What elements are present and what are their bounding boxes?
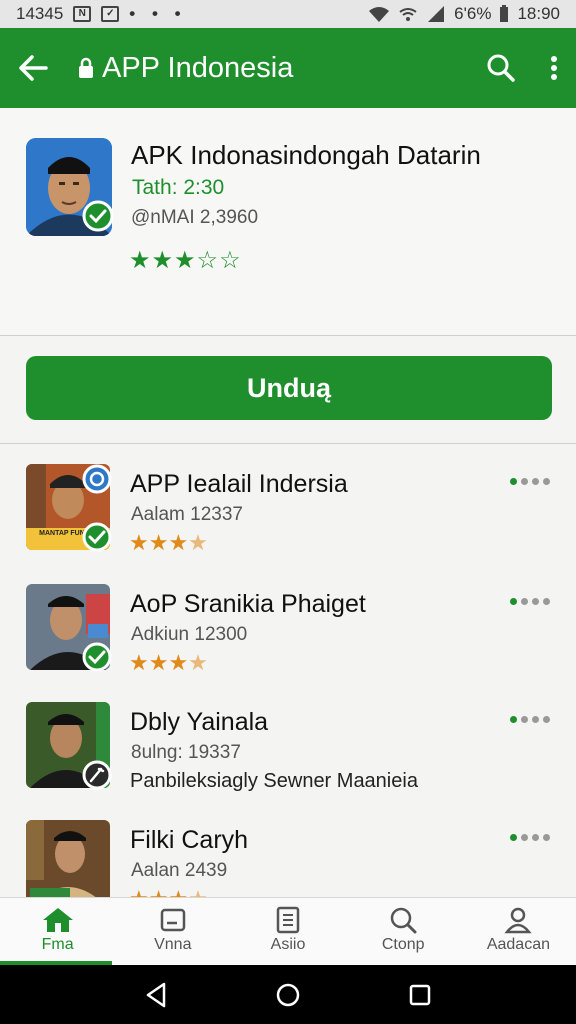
nav-document-label: Asiio bbox=[270, 936, 306, 953]
rating-stars: ★★★★ bbox=[129, 530, 208, 555]
nav-card-label: Vnna bbox=[154, 936, 192, 953]
status-time-left: 14345 bbox=[16, 4, 64, 23]
home-icon bbox=[42, 908, 73, 932]
more-options-icon[interactable] bbox=[510, 478, 550, 485]
notification-icon: N bbox=[73, 6, 92, 22]
verified-check-icon bbox=[82, 200, 114, 232]
app-meta: @nMAI 2,3960 bbox=[131, 207, 259, 228]
nav-home[interactable]: Fma bbox=[0, 898, 115, 965]
star-filled-icon: ★ bbox=[174, 247, 197, 274]
battery-icon bbox=[500, 5, 509, 22]
list-item-title: AoP Sranikia Phaiget bbox=[130, 590, 366, 618]
nav-document[interactable]: Asiio bbox=[230, 898, 345, 965]
list-item-title: Dbly Yainala bbox=[130, 708, 269, 736]
cell-signal-icon bbox=[428, 6, 445, 22]
wifi-icon bbox=[369, 7, 390, 22]
app-detail-header: APK Indonasindongah Datarin Tath: 2:30 @… bbox=[0, 108, 576, 336]
search-icon bbox=[390, 907, 417, 934]
status-time-right: 18:90 bbox=[517, 4, 560, 23]
download-button[interactable]: Unduą bbox=[26, 356, 552, 420]
verified-check-icon bbox=[82, 522, 112, 552]
list-item-description: Panbileksiagly Sewner Maanieia bbox=[130, 770, 418, 792]
more-options-icon[interactable] bbox=[510, 834, 550, 841]
app-title: APP Indonesia bbox=[78, 52, 293, 85]
rating-stars: ★★★★ bbox=[129, 886, 208, 897]
more-options-icon[interactable] bbox=[510, 716, 550, 723]
list-item-meta: 8ulng: 19337 bbox=[131, 742, 241, 763]
nav-card[interactable]: Vnna bbox=[115, 898, 230, 965]
nav-home-label: Fma bbox=[41, 936, 74, 953]
app-bar: APP Indonesia bbox=[0, 28, 576, 108]
overflow-menu-icon[interactable] bbox=[550, 55, 558, 81]
app-title-text: APP Indonesia bbox=[102, 51, 294, 84]
more-options-icon[interactable] bbox=[510, 598, 550, 605]
divider bbox=[0, 443, 576, 444]
star-filled-icon: ★ bbox=[151, 247, 175, 274]
recents-square-icon[interactable] bbox=[408, 983, 432, 1007]
star-filled-icon: ★ bbox=[129, 247, 152, 274]
nav-profile[interactable]: Aadacan bbox=[461, 898, 576, 965]
list-item-icon bbox=[26, 820, 110, 897]
user-icon bbox=[504, 907, 532, 934]
system-navigation-bar bbox=[0, 965, 576, 1024]
status-bar: 14345 N ✓ • • • 6'6% 18:90 bbox=[0, 0, 576, 28]
lock-icon bbox=[79, 57, 93, 78]
star-empty-icon: ☆ bbox=[219, 247, 242, 274]
list-item-meta: Adkiun 12300 bbox=[131, 624, 248, 645]
list-item[interactable]: MANTAP FUNGSI APP Iealail Indersia Aalam… bbox=[0, 464, 576, 574]
search-icon[interactable] bbox=[486, 53, 516, 83]
back-arrow-icon[interactable] bbox=[18, 55, 48, 81]
document-icon bbox=[276, 906, 300, 934]
rating-stars: ★★★☆☆ bbox=[129, 246, 242, 275]
sync-badge-icon bbox=[82, 464, 112, 494]
rating-stars: ★★★★ bbox=[129, 650, 208, 675]
list-item[interactable]: Dbly Yainala 8ulng: 19337 Panbileksiagly… bbox=[0, 702, 576, 812]
edit-badge-icon bbox=[82, 760, 112, 790]
list-item-title: Filki Caryh bbox=[130, 826, 249, 854]
list-item[interactable]: AoP Sranikia Phaiget Adkiun 12300 ★★★★ bbox=[0, 584, 576, 694]
list-item-meta: Aalan 2439 bbox=[131, 860, 228, 881]
nav-search[interactable]: Ctonp bbox=[346, 898, 461, 965]
battery-percent: 6'6% bbox=[454, 4, 492, 23]
nav-profile-label: Aadacan bbox=[486, 936, 550, 953]
more-notifications-icon: • • • bbox=[129, 4, 187, 23]
app-name: APK Indonasindongah Datarin bbox=[131, 140, 481, 170]
star-empty-icon: ☆ bbox=[196, 247, 220, 274]
checkbox-notification-icon: ✓ bbox=[101, 6, 120, 22]
home-circle-icon[interactable] bbox=[275, 982, 301, 1008]
back-triangle-icon[interactable] bbox=[144, 982, 168, 1008]
card-icon bbox=[160, 908, 186, 932]
list-item-meta: Aalam 12337 bbox=[131, 504, 243, 525]
app-subtitle: Tath: 2:30 bbox=[132, 176, 225, 199]
verified-check-icon bbox=[82, 642, 112, 672]
bottom-navigation: Fma Vnna Asiio Ctonp Aadacan bbox=[0, 897, 576, 965]
list-item[interactable]: Filki Caryh Aalan 2439 ★★★★ bbox=[0, 820, 576, 897]
portrait-icon bbox=[26, 820, 110, 897]
list-item-title: APP Iealail Indersia bbox=[130, 470, 348, 498]
nav-search-label: Ctonp bbox=[381, 936, 425, 953]
wifi-calling-icon bbox=[399, 8, 417, 21]
